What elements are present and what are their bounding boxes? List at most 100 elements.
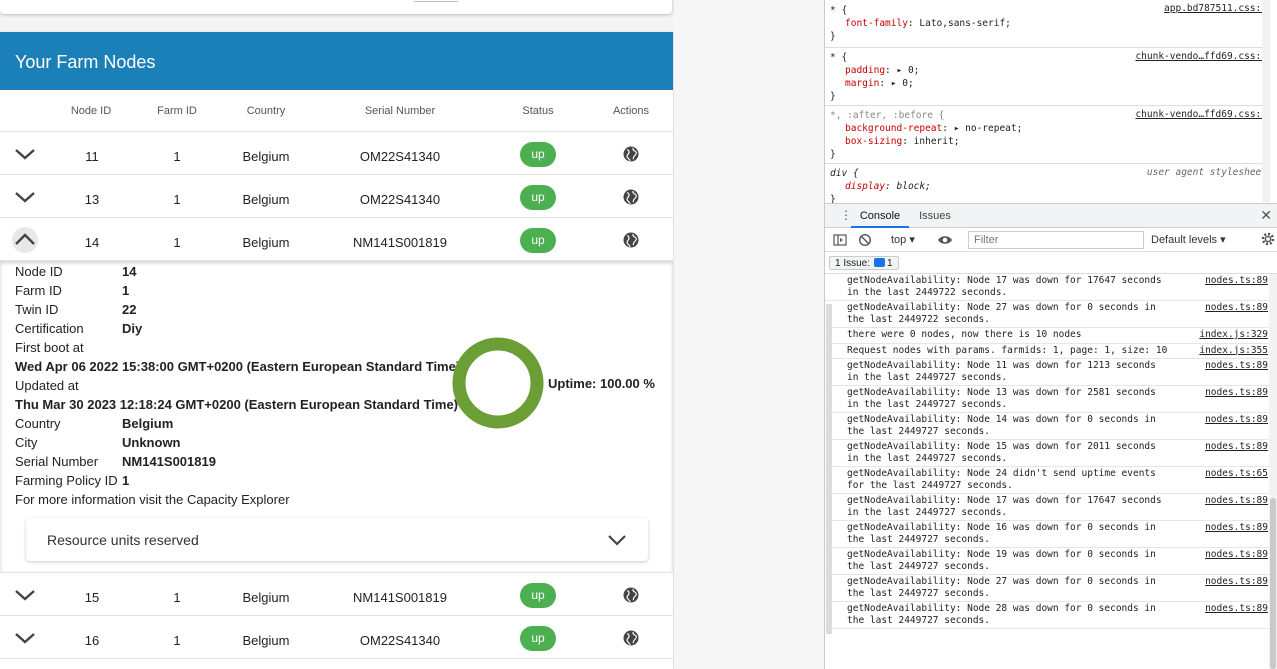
resource-units-accordion[interactable]: Resource units reserved	[26, 518, 648, 561]
console-source-link[interactable]: nodes.ts:89	[1205, 441, 1268, 453]
css-prop-value[interactable]: Lato,sans-serif;	[919, 18, 1011, 29]
expand-chevron-down-icon[interactable]	[13, 188, 37, 206]
console-source-link[interactable]: nodes.ts:89	[1205, 302, 1268, 314]
collapse-chevron-up-icon[interactable]	[12, 227, 38, 253]
table-row[interactable]: 15 1 Belgium NM141S001819 up	[0, 573, 673, 616]
console-source-link[interactable]: nodes.ts:89	[1205, 414, 1268, 426]
message-icon	[874, 258, 886, 267]
col-farm-id[interactable]: Farm ID	[157, 105, 197, 117]
col-serial-number[interactable]: Serial Number	[365, 105, 435, 117]
css-source-link[interactable]: app.bd787511.css:1	[1164, 3, 1267, 14]
log-levels-dropdown[interactable]: Default levels ▾	[1151, 233, 1226, 246]
sidebar-toggle-icon[interactable]	[833, 233, 847, 247]
detail-updated: Thu Mar 30 2023 12:18:24 GMT+0200 (Easte…	[15, 397, 459, 412]
console-source-link[interactable]: index.js:355	[1199, 345, 1268, 357]
console-message-text: there were 0 nodes, now there is 10 node…	[847, 329, 1082, 340]
globe-icon[interactable]	[622, 231, 640, 249]
tab-issues[interactable]: Issues	[915, 204, 955, 228]
scrollbar-thumb[interactable]	[1270, 498, 1276, 669]
console-source-link[interactable]: nodes.ts:89	[1205, 387, 1268, 399]
donut-arc	[452, 337, 544, 429]
css-prop-value: block;	[896, 181, 931, 192]
console-message: getNodeAvailability: Node 13 was down fo…	[825, 386, 1270, 413]
filter-input[interactable]: Filter	[968, 231, 1144, 249]
console-source-link[interactable]: nodes.ts:89	[1205, 360, 1268, 372]
detail-label: Certification	[15, 321, 84, 336]
css-prop-value[interactable]: inherit;	[914, 136, 960, 147]
globe-icon[interactable]	[622, 188, 640, 206]
col-node-id[interactable]: Node ID	[71, 105, 111, 117]
console-source-link[interactable]: nodes.ts:89	[1205, 495, 1268, 507]
clear-console-icon[interactable]	[858, 233, 872, 247]
col-country[interactable]: Country	[247, 105, 286, 117]
table-row[interactable]: 11 1 Belgium OM22S41340 up	[0, 132, 673, 175]
console-message: getNodeAvailability: Node 27 was down fo…	[825, 301, 1270, 328]
styles-scrollbar[interactable]	[1262, 0, 1270, 202]
css-prop-name[interactable]: font-family	[845, 18, 908, 29]
detail-city: Unknown	[122, 435, 181, 450]
console-message: getNodeAvailability: Node 15 was down fo…	[825, 440, 1270, 467]
expand-chevron-down-icon[interactable]	[13, 586, 37, 604]
gear-icon[interactable]	[1261, 232, 1275, 249]
chevron-down-icon[interactable]	[606, 532, 628, 551]
css-prop-name[interactable]: background-repeat	[845, 123, 942, 134]
farm-id: 1	[173, 235, 181, 250]
css-rule[interactable]: * { app.bd787511.css:1 font-family: Lato…	[825, 0, 1270, 48]
page-background	[674, 0, 824, 669]
console-source-link[interactable]: nodes.ts:89	[1205, 576, 1268, 588]
globe-icon[interactable]	[622, 145, 640, 163]
console-message-text: getNodeAvailability: Node 17 was down fo…	[847, 275, 1162, 298]
console-source-link[interactable]: nodes.ts:89	[1205, 522, 1268, 534]
css-prop-name[interactable]: padding	[845, 65, 885, 76]
issues-chip[interactable]: 1 Issue: 1	[829, 256, 899, 270]
css-prop-value[interactable]: ▸ 0;	[891, 78, 914, 89]
console-message-text: getNodeAvailability: Node 28 was down fo…	[847, 603, 1156, 626]
detail-twin-id: 22	[122, 302, 137, 317]
table-row[interactable]: 13 1 Belgium OM22S41340 up	[0, 175, 673, 218]
eye-icon[interactable]	[937, 233, 953, 247]
table-row-expanded[interactable]: 14 1 Belgium NM141S001819 up	[0, 218, 673, 261]
css-selector: div {	[830, 168, 859, 179]
col-status[interactable]: Status	[522, 105, 553, 117]
country: Belgium	[242, 235, 290, 250]
console-message-text: getNodeAvailability: Node 13 was down fo…	[847, 387, 1156, 410]
tab-console[interactable]: Console	[851, 204, 909, 228]
detail-label: Country	[15, 416, 61, 431]
node-id: 16	[84, 633, 100, 648]
farm-id: 1	[173, 633, 181, 648]
css-rule[interactable]: div { user agent stylesheet display: blo…	[825, 164, 1270, 205]
expand-chevron-down-icon[interactable]	[13, 145, 37, 163]
css-prop-name[interactable]: margin	[845, 78, 879, 89]
table-row[interactable]: 16 1 Belgium OM22S41340 up	[0, 616, 673, 659]
node-id: 14	[84, 235, 100, 250]
console-message-text: getNodeAvailability: Node 16 was down fo…	[847, 522, 1156, 545]
devtools-panel: * { app.bd787511.css:1 font-family: Lato…	[824, 0, 1277, 669]
css-prop-value[interactable]: ▸ no-repeat;	[954, 123, 1023, 134]
css-rule[interactable]: *, :after, :before { chunk-vendo…ffd69.c…	[825, 106, 1270, 164]
css-selector: * {	[830, 52, 848, 63]
css-prop-name[interactable]: box-sizing	[845, 136, 902, 147]
console-scrollbar[interactable]	[1269, 274, 1277, 669]
expand-chevron-down-icon[interactable]	[13, 629, 37, 647]
table-header: Node ID Farm ID Country Serial Number St…	[0, 90, 673, 132]
close-icon[interactable]: ✕	[1260, 207, 1272, 224]
console-message-text: getNodeAvailability: Node 11 was down fo…	[847, 360, 1156, 383]
css-rule[interactable]: * { chunk-vendo…ffd69.css:5 padding: ▸ 0…	[825, 48, 1270, 106]
console-toolbar: top ▾ Filter Default levels ▾	[825, 228, 1277, 252]
globe-icon[interactable]	[622, 629, 640, 647]
console-source-link[interactable]: nodes.ts:89	[1205, 603, 1268, 615]
issues-bar: 1 Issue: 1	[825, 252, 1277, 274]
console-source-link[interactable]: index.js:329	[1199, 329, 1268, 341]
console-message: getNodeAvailability: Node 28 was down fo…	[825, 602, 1270, 629]
css-source-link[interactable]: chunk-vendo…ffd69.css:5	[1135, 51, 1267, 62]
context-selector[interactable]: top ▾	[891, 233, 915, 246]
css-source-link[interactable]: chunk-vendo…ffd69.css:5	[1135, 109, 1267, 120]
console-source-link[interactable]: nodes.ts:89	[1205, 549, 1268, 561]
tab-indicator	[414, 1, 458, 2]
css-prop-value[interactable]: ▸ 0;	[897, 65, 920, 76]
console-source-link[interactable]: nodes.ts:89	[1205, 275, 1268, 287]
globe-icon[interactable]	[622, 586, 640, 604]
farm-id: 1	[173, 192, 181, 207]
capacity-explorer-link[interactable]: For more information visit the Capacity …	[15, 492, 290, 507]
console-source-link[interactable]: nodes.ts:65	[1205, 468, 1268, 480]
